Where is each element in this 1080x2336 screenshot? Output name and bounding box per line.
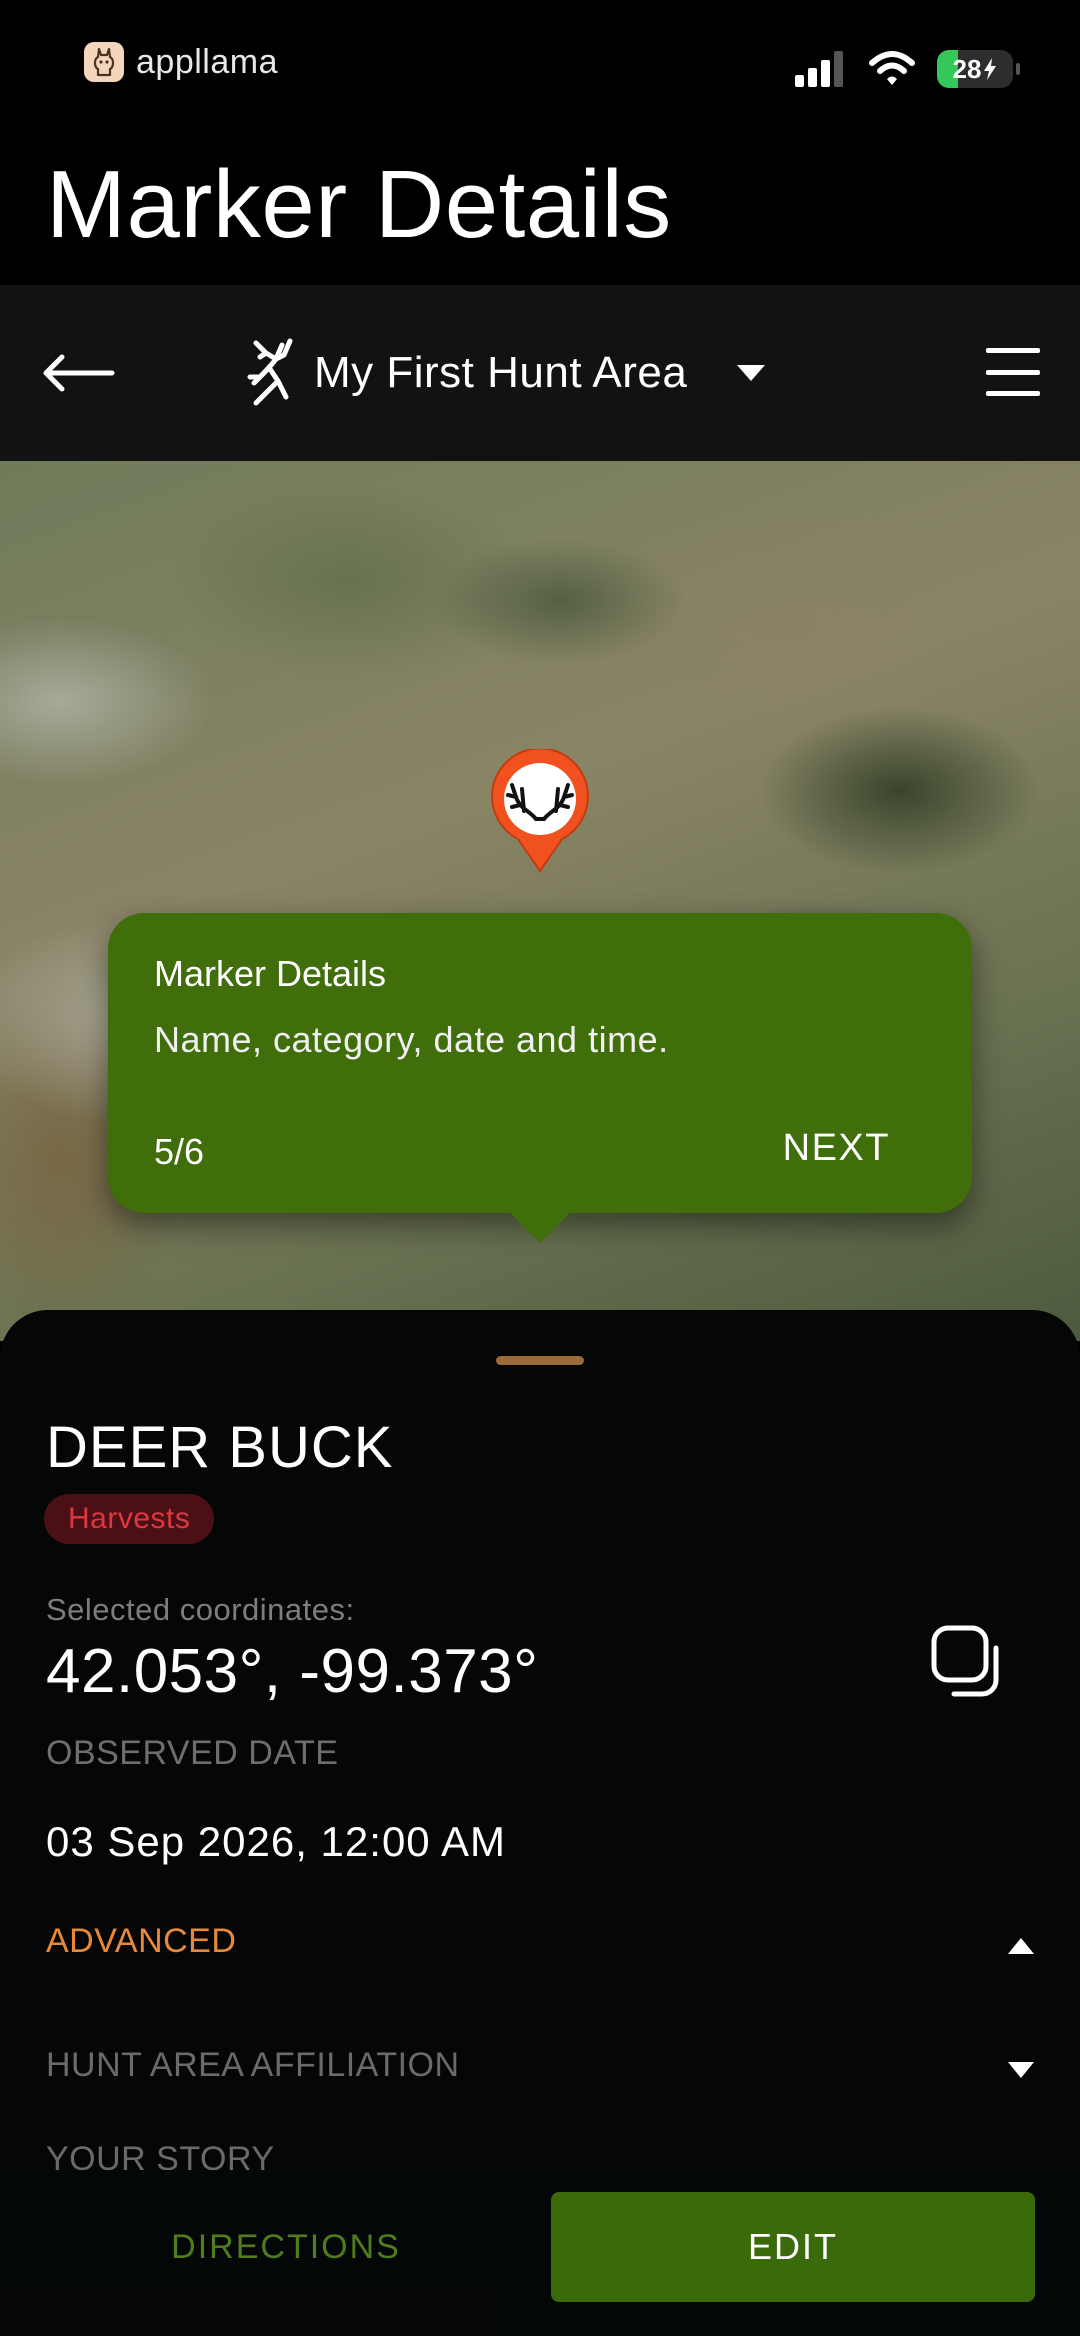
marker-name: DEER BUCK (46, 1415, 394, 1480)
caret-down-icon (737, 365, 766, 381)
top-toolbar: My First Hunt Area (0, 285, 1080, 461)
carrier-label: appllama (84, 42, 278, 82)
tooltip-step-counter: 5/6 (154, 1131, 205, 1172)
tooltip-next-button[interactable]: NEXT (783, 1127, 890, 1170)
map-marker-pin[interactable] (490, 749, 590, 874)
sheet-drag-handle[interactable] (496, 1356, 584, 1365)
copy-coordinates-button[interactable] (930, 1624, 1006, 1700)
advanced-label: ADVANCED (46, 1922, 237, 1960)
edit-button[interactable]: EDIT (551, 2192, 1035, 2302)
bottom-action-bar: DIRECTIONS EDIT (0, 2170, 1080, 2336)
tooltip-title: Marker Details (154, 953, 387, 994)
copy-icon (931, 1625, 999, 1697)
battery-charging-icon: 28 (937, 50, 1013, 88)
charging-bolt-icon (984, 58, 997, 80)
caret-up-icon (1008, 1938, 1034, 1954)
cellular-signal-icon (795, 51, 843, 87)
hamburger-menu-icon (986, 348, 1040, 353)
hunt-area-selector[interactable]: My First Hunt Area (246, 335, 766, 411)
onboarding-tooltip: Marker Details Name, category, date and … (108, 913, 972, 1213)
back-arrow-icon (43, 354, 115, 392)
category-badge: Harvests (44, 1494, 215, 1544)
page-title: Marker Details (46, 151, 672, 258)
deer-hunter-logo-icon (247, 338, 293, 406)
hunt-area-name: My First Hunt Area (314, 348, 688, 397)
hunt-area-affiliation-label: HUNT AREA AFFILIATION (46, 2046, 460, 2084)
hamburger-menu-icon-line (986, 369, 1040, 375)
tooltip-description: Name, category, date and time. (154, 1019, 669, 1060)
tooltip-arrow (510, 1213, 570, 1243)
carrier-name: appllama (136, 42, 278, 81)
wifi-icon (869, 51, 915, 85)
observed-date-label: OBSERVED DATE (46, 1734, 339, 1772)
directions-button[interactable]: DIRECTIONS (46, 2192, 526, 2302)
hunt-area-affiliation-toggle[interactable]: HUNT AREA AFFILIATION (0, 2034, 1080, 2114)
hamburger-menu-icon-line (986, 391, 1040, 396)
status-icons: 28 (795, 50, 1020, 88)
back-button[interactable] (40, 340, 120, 406)
hamburger-menu-button[interactable] (986, 348, 1040, 396)
coordinates-label: Selected coordinates: (46, 1592, 355, 1627)
caret-down-icon (1008, 2062, 1034, 2078)
status-bar: appllama 28 (0, 0, 1080, 140)
advanced-section-toggle[interactable]: ADVANCED (0, 1910, 1080, 1990)
battery-cap (1016, 63, 1020, 75)
battery-percent: 28 (952, 53, 982, 84)
coordinates-value: 42.053°, -99.373° (46, 1637, 539, 1706)
satellite-map[interactable]: Marker Details Name, category, date and … (0, 461, 1080, 1341)
observed-date-value[interactable]: 03 Sep 2026, 12:00 AM (46, 1818, 506, 1866)
llama-logo-icon (84, 42, 124, 82)
